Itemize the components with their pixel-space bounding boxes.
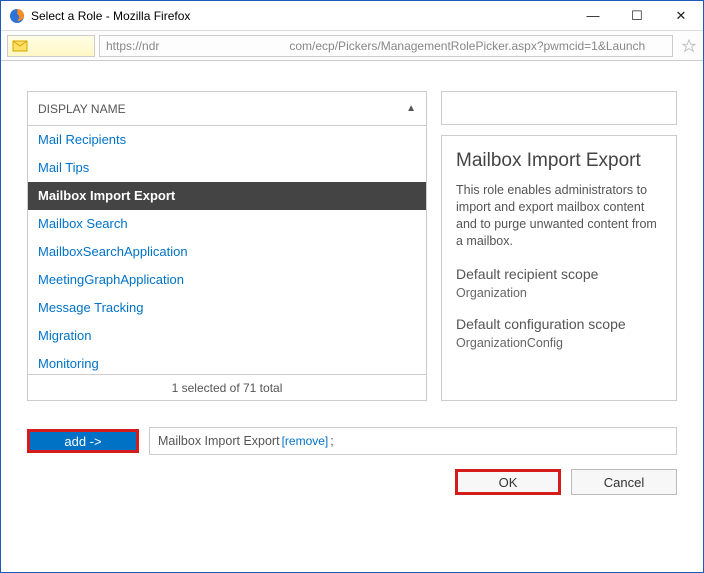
- picker-content: DISPLAY NAME ▲ Mail Recipients Mail Tips…: [1, 61, 703, 572]
- selection-status: 1 selected of 71 total: [28, 374, 426, 400]
- url-host: https://ndr: [106, 39, 159, 53]
- maximize-button[interactable]: ☐: [615, 1, 659, 31]
- ok-button[interactable]: OK: [455, 469, 561, 495]
- panes: DISPLAY NAME ▲ Mail Recipients Mail Tips…: [27, 91, 677, 401]
- recipient-scope-value: Organization: [456, 286, 662, 300]
- site-identity-badge[interactable]: [7, 35, 95, 57]
- remove-link[interactable]: [remove]: [282, 434, 329, 448]
- sort-ascending-icon: ▲: [406, 103, 416, 114]
- role-item[interactable]: MailboxSearchApplication: [28, 238, 426, 266]
- role-list[interactable]: Mail Recipients Mail Tips Mailbox Import…: [28, 126, 426, 374]
- close-button[interactable]: ✕: [659, 1, 703, 31]
- window-title: Select a Role - Mozilla Firefox: [31, 9, 571, 23]
- column-header-label: DISPLAY NAME: [38, 102, 126, 116]
- url-field[interactable]: https://ndr com/ecp/Pickers/ManagementRo…: [99, 35, 673, 57]
- details-pane: Mailbox Import Export This role enables …: [441, 91, 677, 401]
- role-item[interactable]: Mail Recipients: [28, 126, 426, 154]
- window-controls: — ☐ ✕: [571, 1, 703, 31]
- selected-role-name: Mailbox Import Export: [158, 434, 280, 448]
- firefox-window: Select a Role - Mozilla Firefox — ☐ ✕ ht…: [0, 0, 704, 573]
- add-row: add -> Mailbox Import Export [remove] ;: [27, 427, 677, 455]
- add-button[interactable]: add ->: [27, 429, 139, 453]
- trailing-semicolon: ;: [330, 434, 333, 448]
- address-bar: https://ndr com/ecp/Pickers/ManagementRo…: [1, 31, 703, 61]
- ok-button-label: OK: [499, 475, 518, 490]
- config-scope-label: Default configuration scope: [456, 316, 662, 332]
- role-item[interactable]: Migration: [28, 322, 426, 350]
- role-list-scroll: Mail Recipients Mail Tips Mailbox Import…: [28, 126, 426, 374]
- bookmark-star-icon[interactable]: [681, 38, 697, 54]
- minimize-button[interactable]: —: [571, 1, 615, 31]
- selected-roles-box[interactable]: Mailbox Import Export [remove] ;: [149, 427, 677, 455]
- config-scope-value: OrganizationConfig: [456, 336, 662, 350]
- firefox-icon: [9, 8, 25, 24]
- recipient-scope-label: Default recipient scope: [456, 266, 662, 282]
- role-item[interactable]: Mail Tips: [28, 154, 426, 182]
- role-item[interactable]: Message Tracking: [28, 294, 426, 322]
- role-title: Mailbox Import Export: [456, 150, 662, 172]
- role-details: Mailbox Import Export This role enables …: [441, 135, 677, 401]
- titlebar: Select a Role - Mozilla Firefox — ☐ ✕: [1, 1, 703, 31]
- role-item[interactable]: Monitoring: [28, 350, 426, 374]
- role-item[interactable]: Mailbox Search: [28, 210, 426, 238]
- role-item-selected[interactable]: Mailbox Import Export: [28, 182, 426, 210]
- dialog-footer: OK Cancel: [27, 469, 677, 495]
- column-header[interactable]: DISPLAY NAME ▲: [28, 92, 426, 126]
- cancel-button-label: Cancel: [604, 475, 644, 490]
- envelope-icon: [12, 38, 28, 54]
- add-button-label: add ->: [64, 434, 101, 449]
- role-description: This role enables administrators to impo…: [456, 182, 662, 250]
- cancel-button[interactable]: Cancel: [571, 469, 677, 495]
- selection-status-text: 1 selected of 71 total: [172, 381, 283, 395]
- role-item[interactable]: MeetingGraphApplication: [28, 266, 426, 294]
- url-path: com/ecp/Pickers/ManagementRolePicker.asp…: [289, 39, 645, 53]
- search-input[interactable]: [441, 91, 677, 125]
- role-list-pane: DISPLAY NAME ▲ Mail Recipients Mail Tips…: [27, 91, 427, 401]
